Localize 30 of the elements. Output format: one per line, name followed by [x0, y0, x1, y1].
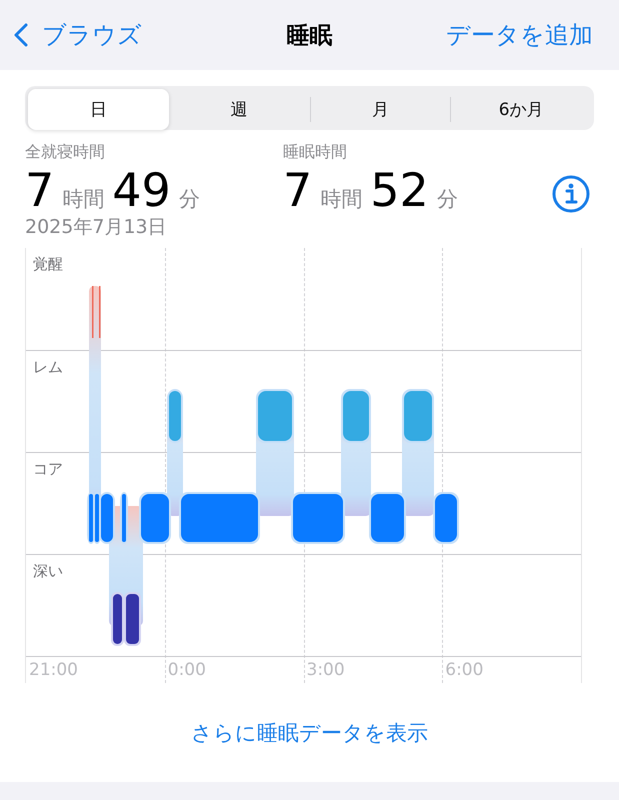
stat-unit: 分: [178, 186, 200, 213]
show-more-sleep-data-link[interactable]: さらに睡眠データを表示: [191, 718, 428, 747]
stat-number: 7: [283, 165, 312, 216]
stage-label: 覚醒: [33, 254, 63, 273]
stat-number: 7: [25, 165, 54, 216]
time-tick-label: 21:00: [28, 660, 78, 680]
back-button[interactable]: ブラウズ: [14, 19, 142, 51]
period-tab[interactable]: 日: [28, 89, 169, 130]
period-tab[interactable]: 月: [310, 97, 450, 122]
stat-label: 睡眠時間: [283, 142, 348, 163]
time-tick-label: 6:00: [444, 660, 484, 680]
period-tab[interactable]: 週: [168, 89, 310, 130]
stage-label: レム: [33, 358, 63, 376]
back-chevron-icon: [14, 23, 28, 47]
info-icon[interactable]: [551, 174, 591, 214]
back-label: ブラウズ: [42, 20, 142, 51]
stat-number: 49: [112, 165, 171, 216]
date-label: 2025年7月13日: [25, 214, 168, 240]
stat-unit: 分: [436, 186, 458, 213]
page-title: 睡眠: [286, 22, 332, 50]
stat-number: 52: [370, 165, 429, 216]
stage-label: 深い: [33, 562, 63, 580]
time-tick-label: 0:00: [166, 660, 206, 680]
stat-unit: 時間: [320, 186, 362, 213]
stat-unit: 時間: [62, 186, 104, 213]
stat-label: 全就寝時間: [25, 142, 106, 163]
period-tab[interactable]: 6か月: [450, 97, 591, 122]
add-data-link[interactable]: データを追加: [446, 19, 593, 51]
stage-label: コア: [33, 460, 63, 478]
time-tick-label: 3:00: [306, 660, 345, 680]
